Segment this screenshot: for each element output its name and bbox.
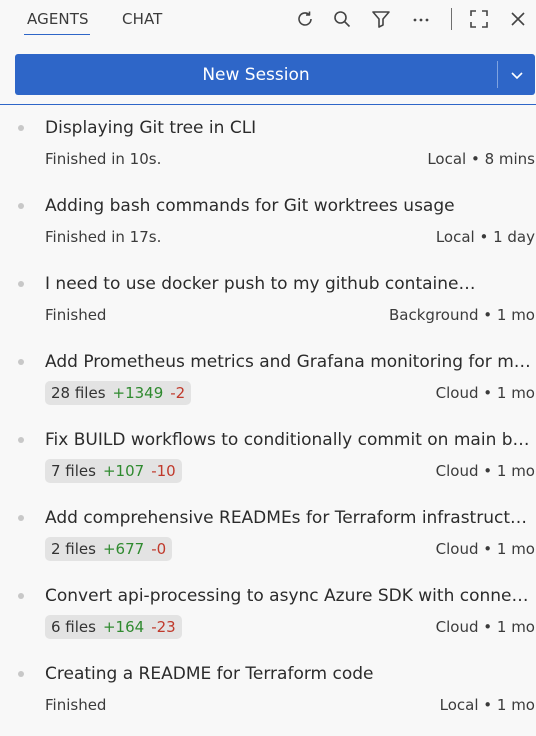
files-count: 7 files [51, 462, 96, 480]
changes-badge: 28 files +1349 -2 [45, 381, 192, 405]
session-title: Creating a README for Terraform code [45, 664, 374, 684]
status-dot-icon [18, 515, 24, 521]
session-item[interactable]: Add comprehensive READMEs for Terraform … [0, 500, 536, 578]
session-meta: Local • 1 mo [439, 696, 535, 714]
session-title: I need to use docker push to my github c… [45, 274, 476, 294]
lines-added: +677 [102, 540, 145, 558]
session-meta: Cloud • 1 mo [435, 540, 535, 558]
status-dot-icon [18, 671, 24, 677]
status-dot-icon [18, 359, 24, 365]
session-status: Finished in 10s. [45, 150, 162, 168]
files-count: 2 files [51, 540, 96, 558]
tab-chat[interactable]: CHAT [122, 10, 162, 28]
session-status: Finished [45, 306, 107, 324]
new-session-button[interactable]: New Session [15, 54, 497, 95]
close-icon[interactable] [507, 8, 529, 30]
tab-agents[interactable]: AGENTS [27, 10, 89, 28]
status-dot-icon [18, 125, 24, 131]
session-title: Add Prometheus metrics and Grafana monit… [45, 352, 531, 372]
active-tab-indicator [24, 34, 90, 35]
lines-added: +1349 [112, 384, 164, 402]
refresh-icon[interactable] [294, 8, 316, 30]
session-status: Finished [45, 696, 107, 714]
header-divider [0, 104, 536, 105]
chevron-down-icon [511, 71, 523, 79]
lines-added: +107 [102, 462, 145, 480]
new-session-button-group: New Session [15, 54, 535, 95]
panel-header: AGENTS CHAT [0, 0, 536, 40]
status-dot-icon [18, 203, 24, 209]
session-title: Add comprehensive READMEs for Terraform … [45, 508, 528, 528]
session-item[interactable]: Displaying Git tree in CLI Finished in 10… [0, 110, 536, 188]
session-item[interactable]: Convert api-processing to async Azure SD… [0, 578, 536, 656]
session-meta: Local • 8 mins [427, 150, 535, 168]
status-dot-icon [18, 437, 24, 443]
changes-badge: 2 files +677 -0 [45, 537, 173, 561]
session-status: Finished in 17s. [45, 228, 162, 246]
session-meta: Local • 1 day [435, 228, 535, 246]
lines-removed: -23 [151, 618, 176, 636]
session-item[interactable]: Fix BUILD workflows to conditionally com… [0, 422, 536, 500]
changes-badge: 7 files +107 -10 [45, 459, 182, 483]
status-dot-icon [18, 593, 24, 599]
search-icon[interactable] [331, 8, 353, 30]
session-item[interactable]: Adding bash commands for Git worktrees u… [0, 188, 536, 266]
session-title: Displaying Git tree in CLI [45, 118, 257, 138]
session-item[interactable]: Creating a README for Terraform code Fini… [0, 656, 536, 734]
session-item[interactable]: I need to use docker push to my github c… [0, 266, 536, 344]
session-meta: Background • 1 mo [389, 306, 535, 324]
changes-badge: 6 files +164 -23 [45, 615, 182, 639]
button-separator [497, 61, 498, 88]
session-meta: Cloud • 1 mo [435, 462, 535, 480]
lines-removed: -10 [151, 462, 176, 480]
more-icon[interactable] [410, 8, 432, 30]
lines-removed: -2 [170, 384, 186, 402]
new-session-dropdown[interactable] [499, 54, 535, 95]
files-count: 28 files [51, 384, 106, 402]
status-dot-icon [18, 281, 24, 287]
lines-added: +164 [102, 618, 145, 636]
session-title: Adding bash commands for Git worktrees u… [45, 196, 455, 216]
session-title: Fix BUILD workflows to conditionally com… [45, 430, 530, 450]
session-item[interactable]: Add Prometheus metrics and Grafana monit… [0, 344, 536, 422]
toolbar-separator [451, 8, 452, 30]
filter-icon[interactable] [370, 8, 392, 30]
session-title: Convert api-processing to async Azure SD… [45, 586, 529, 606]
maximize-icon[interactable] [468, 8, 490, 30]
files-count: 6 files [51, 618, 96, 636]
session-meta: Cloud • 1 mo [435, 384, 535, 402]
session-meta: Cloud • 1 mo [435, 618, 535, 636]
lines-removed: -0 [151, 540, 167, 558]
